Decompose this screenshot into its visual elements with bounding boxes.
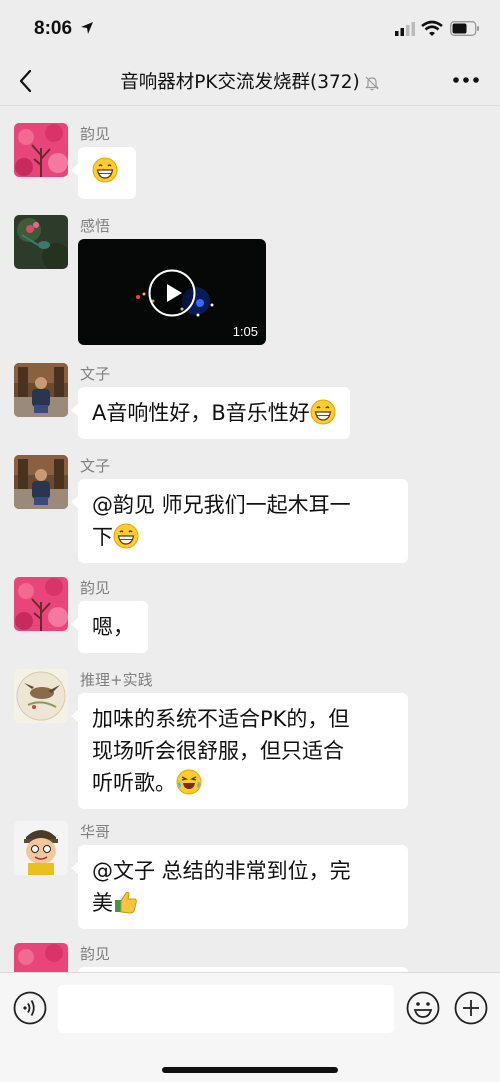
voice-input-icon[interactable]	[13, 991, 47, 1025]
message-line: @文子 总结的非常到位，完	[92, 859, 351, 883]
sender-name: 韵见	[80, 945, 111, 963]
grin-emoji-icon	[92, 157, 118, 183]
message-bubble[interactable]: @韵见 师兄我们一起木耳一 下	[71, 479, 408, 563]
message-text: 下	[92, 525, 113, 549]
message-text: A音响性好，B音乐性好	[92, 401, 310, 425]
message-input[interactable]	[58, 985, 394, 1033]
avatar[interactable]	[14, 669, 68, 723]
avatar[interactable]	[14, 215, 68, 269]
message-line: 下	[92, 521, 394, 553]
avatar[interactable]	[14, 577, 68, 631]
sender-name: 感悟	[80, 217, 111, 235]
cellular-signal-icon	[395, 22, 415, 36]
message-text: 美	[92, 891, 113, 915]
crying-laughing-emoji-icon	[176, 769, 202, 795]
avatar[interactable]	[14, 363, 68, 417]
sender-name: 推理+实践	[80, 671, 153, 689]
message-line: 现场听会很舒服，但只适合	[92, 739, 344, 763]
wifi-icon	[421, 20, 443, 36]
status-time: 8:06	[34, 18, 73, 39]
message-text: 听听歌。	[92, 771, 176, 795]
grin-emoji-icon	[310, 399, 336, 425]
sender-name: 文子	[80, 365, 111, 383]
add-more-icon[interactable]	[454, 991, 488, 1025]
avatar[interactable]	[14, 455, 68, 509]
sender-name: 华哥	[80, 823, 111, 841]
location-arrow-icon	[81, 22, 93, 34]
input-bar	[0, 972, 500, 1082]
status-bar: 8:06	[0, 0, 500, 56]
avatar[interactable]	[14, 821, 68, 875]
message-bubble[interactable]: @文子 总结的非常到位，完 美	[71, 845, 408, 929]
message-line: 听听歌。	[92, 767, 394, 799]
message-line: @韵见 师兄我们一起木耳一	[92, 493, 351, 517]
more-options-icon[interactable]	[452, 76, 480, 84]
message-bubble[interactable]	[71, 147, 136, 199]
message-bubble[interactable]: 嗯，	[71, 601, 148, 653]
mute-bell-icon	[364, 76, 379, 91]
avatar[interactable]	[14, 943, 68, 972]
battery-icon	[450, 21, 479, 36]
chat-header: 音响器材PK交流发烧群(372)	[0, 56, 500, 106]
message-line: 美	[92, 887, 394, 919]
avatar[interactable]	[14, 123, 68, 177]
message-text: 嗯，	[92, 615, 134, 639]
video-message[interactable]: 1:05	[78, 239, 266, 345]
play-icon[interactable]	[148, 269, 196, 317]
message-line: 加味的系统不适合PK的，但	[92, 707, 350, 731]
thumbs-up-emoji-icon	[115, 891, 137, 914]
emoji-picker-icon[interactable]	[406, 991, 440, 1025]
sender-name: 韵见	[80, 579, 111, 597]
back-arrow-icon[interactable]	[14, 66, 38, 96]
message-bubble[interactable]: A音响性好，B音乐性好	[71, 387, 350, 439]
sender-name: 韵见	[80, 125, 111, 143]
message-list[interactable]: 韵见 感悟 1:05 文子 A音响性好，B音乐性好 文子 @韵见 师兄我们一起木…	[0, 107, 500, 972]
group-name: 音响器材PK交流发烧群(372)	[120, 72, 360, 93]
grin-emoji-icon	[113, 523, 139, 549]
sender-name: 文子	[80, 457, 111, 475]
message-bubble[interactable]: 加味的系统不适合PK的，但 现场听会很舒服，但只适合 听听歌。	[71, 693, 408, 809]
video-duration: 1:05	[232, 324, 258, 339]
chat-title: 音响器材PK交流发烧群(372)	[90, 68, 410, 94]
home-indicator	[162, 1067, 338, 1073]
